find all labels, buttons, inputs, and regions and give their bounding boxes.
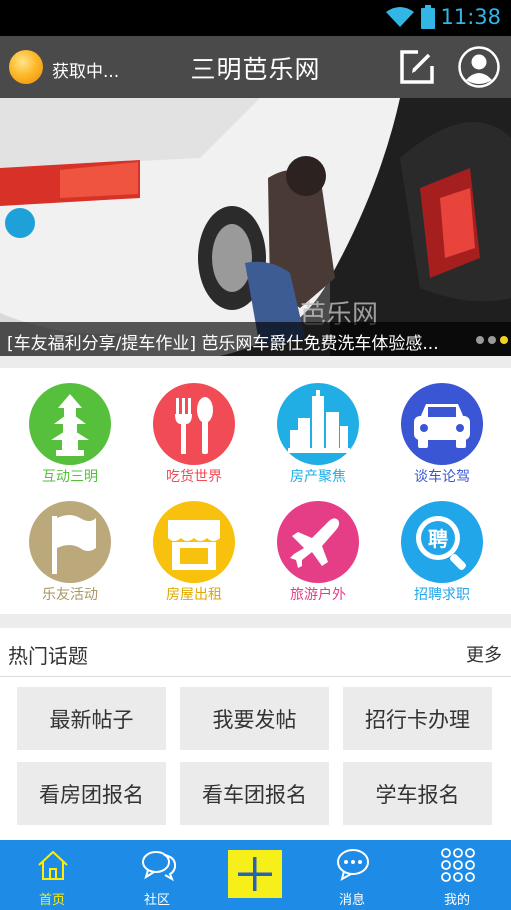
- tab-community-label: 社区: [143, 893, 170, 908]
- home-icon: [38, 850, 68, 880]
- topic-new-post-button[interactable]: 我要发帖: [180, 687, 329, 750]
- category-label: 招聘求职: [414, 587, 470, 603]
- user-avatar-icon[interactable]: [458, 46, 500, 88]
- battery-icon: [421, 5, 435, 29]
- category-foodie-world[interactable]: 吃货世界: [132, 368, 256, 486]
- plus-icon: [238, 857, 272, 891]
- category-label: 吃货世界: [166, 469, 222, 485]
- category-house-rental[interactable]: 房屋出租: [132, 486, 256, 604]
- tab-community[interactable]: 社区: [107, 840, 207, 910]
- banner-image: 芭乐网: [0, 98, 511, 356]
- topic-car-tour-signup-button[interactable]: 看车团报名: [180, 762, 329, 825]
- create-plus-button[interactable]: [228, 850, 282, 898]
- category-label: 房屋出租: [166, 587, 222, 603]
- divider: [0, 676, 511, 677]
- topic-cmb-card-button[interactable]: 招行卡办理: [343, 687, 492, 750]
- category-member-events[interactable]: 乐友活动: [8, 486, 132, 604]
- tab-messages-label: 消息: [338, 893, 365, 908]
- topic-latest-posts-button[interactable]: 最新帖子: [17, 687, 166, 750]
- category-label: 谈车论驾: [414, 469, 470, 485]
- edit-icon[interactable]: [398, 48, 436, 86]
- category-label: 乐友活动: [42, 587, 98, 603]
- category-travel-outdoor[interactable]: 旅游户外: [256, 486, 380, 604]
- hot-topics-title: 热门话题: [8, 644, 88, 668]
- tab-mine[interactable]: 我的: [407, 840, 507, 910]
- category-label: 旅游户外: [290, 587, 346, 603]
- topic-house-tour-signup-button[interactable]: 看房团报名: [17, 762, 166, 825]
- carousel-dot-3[interactable]: [500, 336, 508, 344]
- tab-mine-label: 我的: [443, 893, 470, 908]
- category-interactive-sanming[interactable]: 互动三明: [8, 368, 132, 486]
- category-grid: 互动三明 吃货世界 房产聚焦 谈车论驾 乐友活动 房屋出租 旅游户外 聘 招聘求…: [0, 368, 511, 614]
- chat-bubbles-icon: [142, 851, 177, 882]
- hot-topics-more-link[interactable]: 更多: [466, 641, 502, 667]
- svg-text:聘: 聘: [428, 527, 448, 551]
- category-jobs[interactable]: 聘 招聘求职: [380, 486, 504, 604]
- category-label: 互动三明: [42, 469, 98, 485]
- topic-driving-school-signup-button[interactable]: 学车报名: [343, 762, 492, 825]
- status-bar: 11:38: [0, 0, 511, 36]
- tab-messages[interactable]: 消息: [302, 840, 402, 910]
- tab-home[interactable]: 首页: [2, 840, 102, 910]
- banner-carousel[interactable]: 芭乐网: [0, 98, 511, 356]
- category-car-talk[interactable]: 谈车论驾: [380, 368, 504, 486]
- grid-dots-icon: [441, 848, 475, 882]
- carousel-dot-1[interactable]: [476, 336, 484, 344]
- message-bubble-icon: [337, 849, 369, 881]
- clock: 11:38: [440, 5, 501, 29]
- carousel-dot-2[interactable]: [488, 336, 496, 344]
- category-label: 房产聚焦: [290, 469, 346, 485]
- category-real-estate[interactable]: 房产聚焦: [256, 368, 380, 486]
- banner-caption[interactable]: [车友福利分享/提车作业] 芭乐网车爵仕免费洗车体验感...: [7, 329, 469, 354]
- tab-home-label: 首页: [38, 893, 65, 908]
- wifi-icon: [386, 7, 414, 27]
